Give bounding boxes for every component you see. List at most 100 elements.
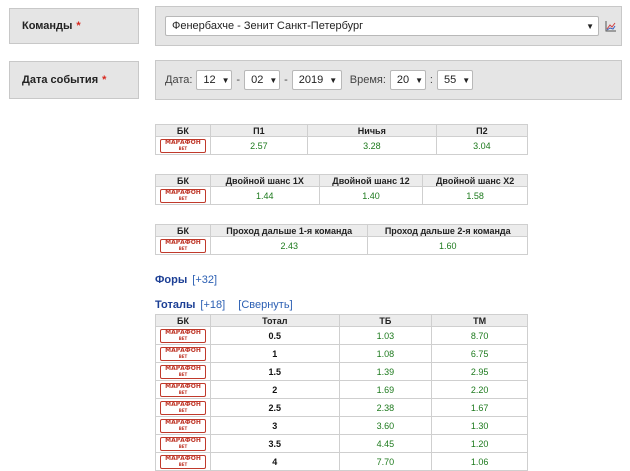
odds-cell[interactable]: 2.43 (209, 236, 369, 255)
bookmaker-cell: МАРАФОН BET (155, 434, 211, 453)
under-odds-cell[interactable]: 2.20 (431, 380, 528, 399)
odds-cell[interactable]: 1.58 (422, 186, 528, 205)
bookmaker-logo[interactable]: МАРАФОН BET (159, 454, 206, 469)
bookmaker-cell: МАРАФОН BET (155, 416, 211, 435)
bookmaker-logo[interactable]: МАРАФОН BET (159, 382, 206, 397)
chart-icon[interactable] (605, 20, 617, 32)
handicaps-title[interactable]: Форы (155, 274, 187, 286)
column-header: Проход дальше 1-я команда (209, 224, 369, 237)
logo-text: МАРАФОН (165, 436, 201, 444)
date-separator: - (236, 74, 241, 86)
bookmaker-cell: МАРАФОН BET (155, 344, 211, 363)
month-select[interactable]: 02 ▼ (244, 70, 281, 90)
over-odds-cell[interactable]: 4.45 (338, 434, 433, 453)
logo-text: МАРАФОН (165, 138, 201, 146)
bookmaker-logo[interactable]: МАРАФОН BET (159, 400, 206, 415)
bookmaker-cell: МАРАФОН BET (155, 236, 211, 255)
under-odds-cell[interactable]: 6.75 (431, 344, 528, 363)
over-odds-cell[interactable]: 7.70 (338, 452, 433, 471)
odds-cell[interactable]: 1.44 (209, 186, 320, 205)
under-odds-cell[interactable]: 1.20 (431, 434, 528, 453)
logo-subtext: BET (178, 245, 188, 251)
column-header: Проход дальше 2-я команда (367, 224, 528, 237)
totals-table: БК Тотал ТБ ТМ МАРАФОН BET 0.5 1.03 8.70 МАРА… (155, 314, 528, 471)
totals-title[interactable]: Тоталы (155, 299, 195, 311)
odds-cell[interactable]: 1.40 (318, 186, 424, 205)
odds-table-double-chance: БК Двойной шанс 1X Двойной шанс 12 Двойн… (155, 174, 528, 205)
under-odds-cell[interactable]: 8.70 (431, 326, 528, 345)
total-value-cell: 3.5 (209, 434, 340, 453)
over-odds-cell[interactable]: 1.69 (338, 380, 433, 399)
chevron-down-icon: ▼ (462, 75, 471, 85)
table-row: МАРАФОН BET 1 1.08 6.75 (155, 344, 528, 363)
bookmaker-logo[interactable]: МАРАФОН BET (159, 364, 206, 379)
bookmaker-logo[interactable]: МАРАФОН BET (159, 188, 206, 203)
under-odds-cell[interactable]: 2.95 (431, 362, 528, 381)
table-row: МАРАФОН BET 3.5 4.45 1.20 (155, 434, 528, 453)
handicaps-section-title: Форы [+32] (155, 274, 217, 286)
year-select[interactable]: 2019 ▼ (291, 70, 342, 90)
bookmaker-logo[interactable]: МАРАФОН BET (159, 346, 206, 361)
column-header: ТМ (431, 314, 528, 327)
logo-subtext: BET (178, 407, 188, 413)
bookmaker-logo[interactable]: МАРАФОН BET (159, 238, 206, 253)
date-label: Дата события * (9, 61, 139, 99)
column-header: Двойной шанс 12 (318, 174, 424, 187)
bookmaker-cell: МАРАФОН BET (155, 326, 211, 345)
odds-cell[interactable]: 1.60 (367, 236, 528, 255)
column-header: Тотал (209, 314, 340, 327)
table-row: МАРАФОН BET 1.5 1.39 2.95 (155, 362, 528, 381)
over-odds-cell[interactable]: 1.03 (338, 326, 433, 345)
logo-subtext: BET (178, 371, 188, 377)
hour-value: 20 (396, 74, 410, 86)
bookmaker-cell: МАРАФОН BET (155, 398, 211, 417)
logo-text: МАРАФОН (165, 188, 201, 196)
logo-subtext: BET (178, 443, 188, 449)
bookmaker-logo[interactable]: МАРАФОН BET (159, 328, 206, 343)
odds-cell[interactable]: 3.28 (306, 136, 437, 155)
under-odds-cell[interactable]: 1.30 (431, 416, 528, 435)
day-select[interactable]: 12 ▼ (196, 70, 233, 90)
date-control-box: Дата: 12 ▼ - 02 ▼ - 2019 ▼ Время: 20 ▼ :… (155, 60, 622, 100)
total-value-cell: 3 (209, 416, 340, 435)
odds-cell[interactable]: 3.04 (435, 136, 529, 155)
totals-count-link[interactable]: [+18] (200, 299, 225, 311)
logo-text: МАРАФОН (165, 238, 201, 246)
total-value-cell: 1 (209, 344, 340, 363)
totals-collapse-link[interactable]: [Свернуть] (238, 299, 292, 311)
chevron-down-icon: ▼ (586, 21, 594, 31)
required-mark: * (76, 20, 81, 32)
bookmaker-logo[interactable]: МАРАФОН BET (159, 418, 206, 433)
logo-text: МАРАФОН (165, 328, 201, 336)
bookmaker-logo[interactable]: МАРАФОН BET (159, 436, 206, 451)
teams-control-box: Фенербахче - Зенит Санкт-Петербург ▼ (155, 6, 622, 46)
handicaps-expand-link[interactable]: [+32] (192, 274, 217, 286)
total-value-cell: 2.5 (209, 398, 340, 417)
bookmaker-cell: МАРАФОН BET (155, 362, 211, 381)
under-odds-cell[interactable]: 1.67 (431, 398, 528, 417)
column-header: БК (155, 314, 211, 327)
logo-subtext: BET (178, 195, 188, 201)
logo-text: МАРАФОН (165, 346, 201, 354)
date-label-text: Дата события (22, 74, 99, 86)
logo-subtext: BET (178, 425, 188, 431)
hour-select[interactable]: 20 ▼ (389, 70, 426, 90)
time-separator: : (429, 74, 433, 86)
date-separator: - (284, 74, 288, 86)
table-header-row: БК П1 Ничья П2 (155, 124, 529, 137)
teams-select[interactable]: Фенербахче - Зенит Санкт-Петербург ▼ (165, 16, 599, 36)
over-odds-cell[interactable]: 1.39 (338, 362, 433, 381)
under-odds-cell[interactable]: 1.06 (431, 452, 528, 471)
over-odds-cell[interactable]: 2.38 (338, 398, 433, 417)
date-prefix: Дата: (165, 74, 193, 86)
chevron-down-icon: ▼ (269, 75, 278, 85)
required-mark: * (102, 74, 107, 86)
bookmaker-logo[interactable]: МАРАФОН BET (159, 138, 206, 153)
over-odds-cell[interactable]: 1.08 (338, 344, 433, 363)
minute-select[interactable]: 55 ▼ (436, 70, 473, 90)
odds-cell[interactable]: 2.57 (209, 136, 308, 155)
table-row: МАРАФОН BET 4 7.70 1.06 (155, 452, 528, 471)
total-value-cell: 1.5 (209, 362, 340, 381)
teams-label-text: Команды (22, 20, 73, 32)
over-odds-cell[interactable]: 3.60 (338, 416, 433, 435)
